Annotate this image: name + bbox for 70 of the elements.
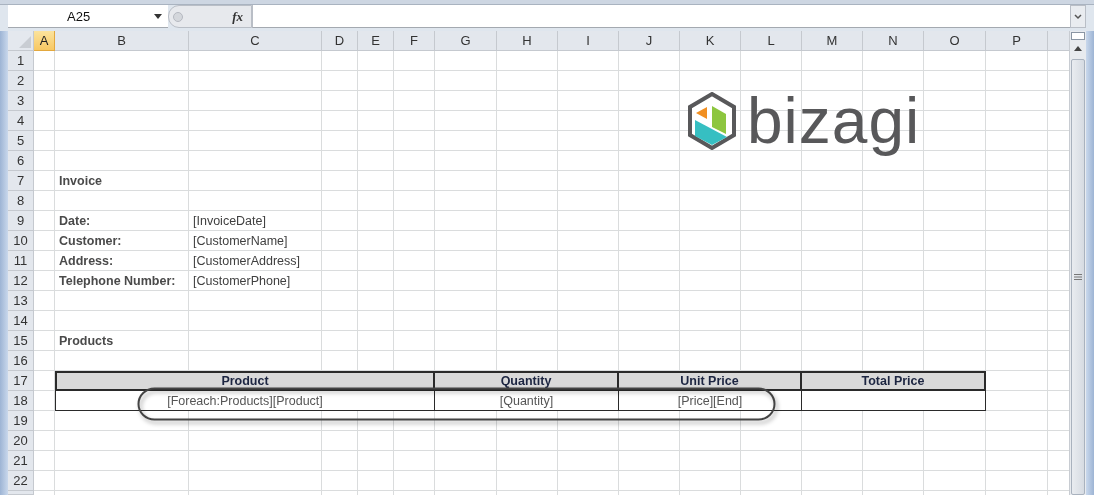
dropdown-caret-icon[interactable] <box>154 13 162 19</box>
field-value: [CustomerAddress] <box>192 254 301 268</box>
field-value: [CustomerName] <box>192 234 289 248</box>
row-header[interactable]: 11 <box>8 251 34 271</box>
logo-text: bizagi <box>746 84 922 159</box>
insert-function-button[interactable]: fx <box>230 8 245 25</box>
table-cell: [Foreach:Products][Product] <box>55 391 435 411</box>
expand-formula-button[interactable] <box>1070 5 1086 28</box>
row-header[interactable]: 14 <box>8 311 34 331</box>
table-header-cell: Product <box>55 371 435 391</box>
field-label: Date: <box>58 214 92 228</box>
row-header[interactable]: 4 <box>8 111 34 131</box>
select-all-button[interactable] <box>8 31 34 51</box>
column-header[interactable]: J <box>619 31 680 51</box>
field-label: Customer: <box>58 234 123 248</box>
section-title: Products <box>58 334 115 348</box>
scrollbar-thumb[interactable] <box>1071 59 1085 495</box>
row-header[interactable]: 15 <box>8 331 34 351</box>
resize-handle-icon[interactable] <box>173 11 183 22</box>
row-header[interactable]: 5 <box>8 131 34 151</box>
chevron-down-icon <box>1074 13 1082 20</box>
table-header-cell: Quantity <box>435 371 619 391</box>
worksheet-grid[interactable] <box>8 31 1069 495</box>
column-header[interactable]: E <box>358 31 394 51</box>
row-header[interactable]: 12 <box>8 271 34 291</box>
column-header[interactable]: K <box>680 31 741 51</box>
column-header[interactable]: O <box>924 31 986 51</box>
column-header[interactable]: A <box>34 31 55 51</box>
field-label: Telephone Number: <box>58 274 177 288</box>
column-header[interactable]: N <box>863 31 924 51</box>
row-header[interactable]: 17 <box>8 371 34 391</box>
formula-field[interactable] <box>252 5 1070 28</box>
row-header[interactable]: 10 <box>8 231 34 251</box>
column-header[interactable]: L <box>741 31 802 51</box>
grip-lines-icon <box>1074 274 1082 280</box>
hexagon-logo-icon <box>687 92 737 150</box>
row-header[interactable]: 7 <box>8 171 34 191</box>
field-value: [CustomerPhone] <box>192 274 292 288</box>
row-header[interactable]: 21 <box>8 451 34 471</box>
row-header[interactable]: 22 <box>8 471 34 491</box>
row-header[interactable]: 3 <box>8 91 34 111</box>
row-header[interactable]: 16 <box>8 351 34 371</box>
table-cell: [Quantity] <box>435 391 619 411</box>
column-header[interactable]: G <box>435 31 497 51</box>
row-header[interactable]: 19 <box>8 411 34 431</box>
column-header[interactable]: B <box>55 31 189 51</box>
row-header[interactable]: 6 <box>8 151 34 171</box>
column-header[interactable]: D <box>322 31 358 51</box>
column-header[interactable]: C <box>189 31 322 51</box>
column-header[interactable]: H <box>497 31 558 51</box>
column-header[interactable]: F <box>394 31 435 51</box>
row-header[interactable]: 13 <box>8 291 34 311</box>
row-header[interactable]: 2 <box>8 71 34 91</box>
column-header[interactable]: P <box>986 31 1048 51</box>
table-header-cell: Total Price <box>802 371 986 391</box>
field-label: Address: <box>58 254 115 268</box>
field-value: [InvoiceDate] <box>192 214 267 228</box>
name-box[interactable]: A25 <box>8 5 168 28</box>
row-header[interactable]: 8 <box>8 191 34 211</box>
row-header[interactable]: 1 <box>8 51 34 71</box>
table-cell: [Price][End] <box>619 391 802 411</box>
row-header[interactable]: 18 <box>8 391 34 411</box>
corner-triangle-icon <box>19 36 31 48</box>
row-header[interactable]: 9 <box>8 211 34 231</box>
column-header[interactable]: M <box>802 31 863 51</box>
up-arrow-icon <box>1074 45 1082 51</box>
row-header[interactable]: 20 <box>8 431 34 451</box>
column-header[interactable]: I <box>558 31 619 51</box>
invoice-title: Invoice <box>58 174 104 188</box>
table-header-cell: Unit Price <box>619 371 802 391</box>
